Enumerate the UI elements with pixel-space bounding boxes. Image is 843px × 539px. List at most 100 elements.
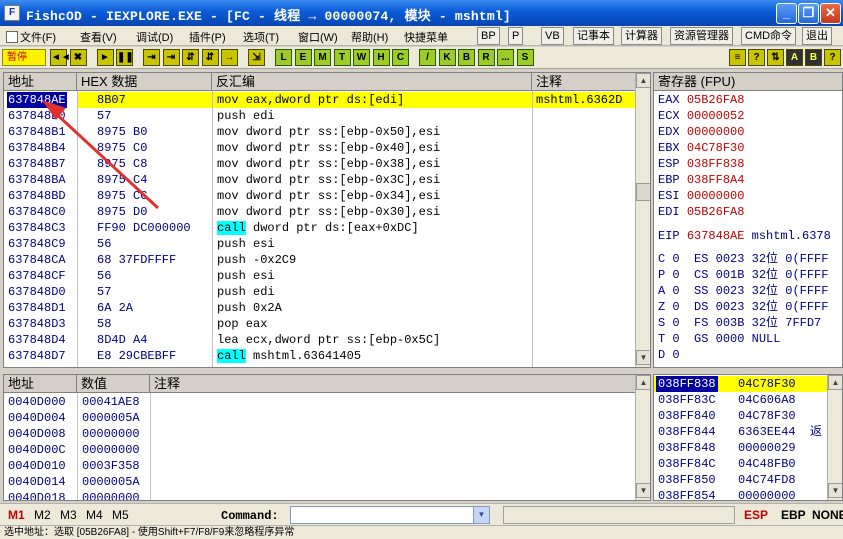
dump-row[interactable]: 0040D004 0000005A	[4, 410, 650, 426]
disassembly-scrollbar[interactable]: ▲ ▼	[635, 73, 650, 367]
flag-row[interactable]: P 0 CS 001B 32位 0(FFFF	[658, 267, 828, 283]
vb-button[interactable]: VB	[541, 27, 564, 45]
tab-m2[interactable]: M2	[34, 508, 51, 522]
flag-row[interactable]: A 0 SS 0023 32位 0(FFFF	[658, 283, 828, 299]
disasm-row[interactable]: 637848CF 56 push esi	[4, 268, 650, 284]
disasm-row[interactable]: 637848C9 56 push esi	[4, 236, 650, 252]
tab-m5[interactable]: M5	[112, 508, 129, 522]
scroll-up-icon[interactable]: ▲	[636, 73, 650, 88]
toolbar-button-14[interactable]: W	[353, 49, 370, 66]
flag-d[interactable]: D 0	[658, 347, 680, 363]
disasm-row[interactable]: 637848B4 8975 C0 mov dword ptr ss:[ebp-0x4…	[4, 140, 650, 156]
toolbar-button-11[interactable]: E	[294, 49, 312, 66]
toolbar-button-4[interactable]: ⇥	[143, 49, 160, 66]
disasm-row[interactable]: 637848D0 57 push edi	[4, 284, 650, 300]
toolbar-button-20[interactable]: R	[477, 49, 495, 66]
toolbar-button-19[interactable]: B	[458, 49, 475, 66]
register-ebx[interactable]: EBX 04C78F30	[658, 140, 744, 156]
bp-button[interactable]: BP	[477, 27, 500, 45]
dump-row[interactable]: 0040D008 00000000	[4, 426, 650, 442]
scroll-thumb[interactable]	[636, 183, 650, 201]
toolbar-right-button-1[interactable]: ?	[748, 49, 765, 66]
dump-row[interactable]: 0040D014 0000005A	[4, 474, 650, 490]
notepad-button[interactable]: 记事本	[573, 27, 614, 45]
stack-row[interactable]: 038FF840 04C78F30	[654, 408, 842, 424]
toolbar-right-button-5[interactable]: ?	[824, 49, 841, 66]
dump-scrollbar[interactable]: ▲ ▼	[635, 375, 650, 500]
dump-row[interactable]: 0040D00C 00000000	[4, 442, 650, 458]
maximize-button[interactable]: ❐	[798, 3, 819, 24]
stack-scroll-down-icon[interactable]: ▼	[828, 483, 842, 498]
app-icon[interactable]: F	[4, 5, 20, 21]
disasm-row[interactable]: 637848D3 58 pop eax	[4, 316, 650, 332]
disasm-row[interactable]: 637848D7 E8 29CBEBFF call mshtml.63641405	[4, 348, 650, 364]
stack-row[interactable]: 038FF844 6363EE44 返	[654, 424, 842, 440]
register-esp[interactable]: ESP 038FF838	[658, 156, 744, 172]
menu-shortcut[interactable]: 快捷菜单	[404, 29, 448, 45]
stack-row[interactable]: 038FF848 00000029	[654, 440, 842, 456]
toolbar-button-6[interactable]: ⇵	[182, 49, 199, 66]
menu-file[interactable]: 文件(F)	[6, 29, 56, 45]
menu-debug[interactable]: 调试(D)	[136, 29, 173, 45]
dump-header-address[interactable]: 地址	[4, 375, 77, 393]
disasm-row[interactable]: 637848B1 8975 B0 mov dword ptr ss:[ebp-0x5…	[4, 124, 650, 140]
disasm-row[interactable]: 637848C0 8975 D0 mov dword ptr ss:[ebp-0x3…	[4, 204, 650, 220]
col-header-hex[interactable]: HEX 数据	[77, 73, 212, 91]
toolbar-button-5[interactable]: ⇥	[162, 49, 180, 66]
stack-row[interactable]: 038FF838 04C78F30	[654, 376, 842, 392]
tab-m1[interactable]: M1	[8, 508, 25, 522]
dump-row[interactable]: 0040D018 00000000	[4, 490, 650, 500]
toolbar-right-button-4[interactable]: B	[805, 49, 822, 66]
flag-row[interactable]: S 0 FS 003B 32位 7FFD7	[658, 315, 821, 331]
dump-row[interactable]: 0040D000 00041AE8	[4, 394, 650, 410]
close-button[interactable]: ✕	[820, 3, 841, 24]
register-eax[interactable]: EAX 05B26FA8	[658, 92, 744, 108]
toolbar-right-button-2[interactable]: ⇅	[767, 49, 784, 66]
toolbar-button-17[interactable]: /	[419, 49, 436, 66]
disasm-row[interactable]: 637848B7 8975 C8 mov dword ptr ss:[ebp-0x3…	[4, 156, 650, 172]
command-input[interactable]: ▼	[290, 506, 490, 524]
stack-row[interactable]: 038FF854 00000000	[654, 488, 842, 500]
menu-help[interactable]: 帮助(H)	[351, 29, 388, 45]
explorer-button[interactable]: 资源管理器	[670, 27, 733, 45]
register-eip[interactable]: EIP 637848AE mshtml.6378	[658, 228, 831, 244]
calculator-button[interactable]: 计算器	[621, 27, 662, 45]
toolbar-button-3[interactable]: ❚❚	[116, 49, 134, 66]
col-header-comment[interactable]: 注释	[532, 73, 636, 91]
toolbar-button-0[interactable]: ◄◄	[50, 49, 71, 66]
flag-row[interactable]: T 0 GS 0000 NULL	[658, 331, 788, 347]
dump-scroll-down-icon[interactable]: ▼	[636, 483, 650, 498]
stack-row[interactable]: 038FF84C 04C48FB0	[654, 456, 842, 472]
toolbar-button-2[interactable]: ►	[96, 49, 114, 66]
toolbar-button-18[interactable]: K	[438, 49, 456, 66]
toolbar-button-10[interactable]: L	[275, 49, 292, 66]
toolbar-button-7[interactable]: ⇵	[201, 49, 219, 66]
esp-toggle[interactable]: ESP	[744, 508, 768, 522]
menu-plugins[interactable]: 插件(P)	[189, 29, 226, 45]
col-header-disasm[interactable]: 反汇编	[212, 73, 532, 91]
scroll-down-icon[interactable]: ▼	[636, 350, 650, 365]
p-button[interactable]: P	[508, 27, 524, 45]
register-edi[interactable]: EDI 05B26FA8	[658, 204, 744, 220]
stack-scrollbar[interactable]: ▲ ▼	[827, 375, 842, 500]
menu-window[interactable]: 窗口(W)	[298, 29, 338, 45]
disasm-row[interactable]: 637848BA 8975 C4 mov dword ptr ss:[ebp-0x3…	[4, 172, 650, 188]
toolbar-button-1[interactable]: ✖	[69, 49, 87, 66]
menu-options[interactable]: 选项(T)	[243, 29, 279, 45]
disasm-row[interactable]: 637848B0 57 push edi	[4, 108, 650, 124]
disasm-row[interactable]: 637848C3 FF90 DC000000 call dword ptr ds:[…	[4, 220, 650, 236]
flag-row[interactable]: Z 0 DS 0023 32位 0(FFFF	[658, 299, 828, 315]
toolbar-button-8[interactable]: →	[221, 49, 238, 66]
ebp-toggle[interactable]: EBP	[781, 508, 806, 522]
disasm-row[interactable]: 637848BD 8975 CC mov dword ptr ss:[ebp-0x3…	[4, 188, 650, 204]
dump-header-value[interactable]: 数值	[77, 375, 150, 393]
minimize-button[interactable]: _	[776, 3, 797, 24]
register-esi[interactable]: ESI 00000000	[658, 188, 744, 204]
toolbar-button-22[interactable]: S	[516, 49, 534, 66]
toolbar-button-15[interactable]: H	[372, 49, 390, 66]
toolbar-right-button-0[interactable]: ≡	[729, 49, 746, 66]
stack-scroll-up-icon[interactable]: ▲	[828, 375, 842, 390]
stack-row[interactable]: 038FF850 04C74FD8	[654, 472, 842, 488]
col-header-address[interactable]: 地址	[4, 73, 77, 91]
dump-scroll-up-icon[interactable]: ▲	[636, 375, 650, 390]
